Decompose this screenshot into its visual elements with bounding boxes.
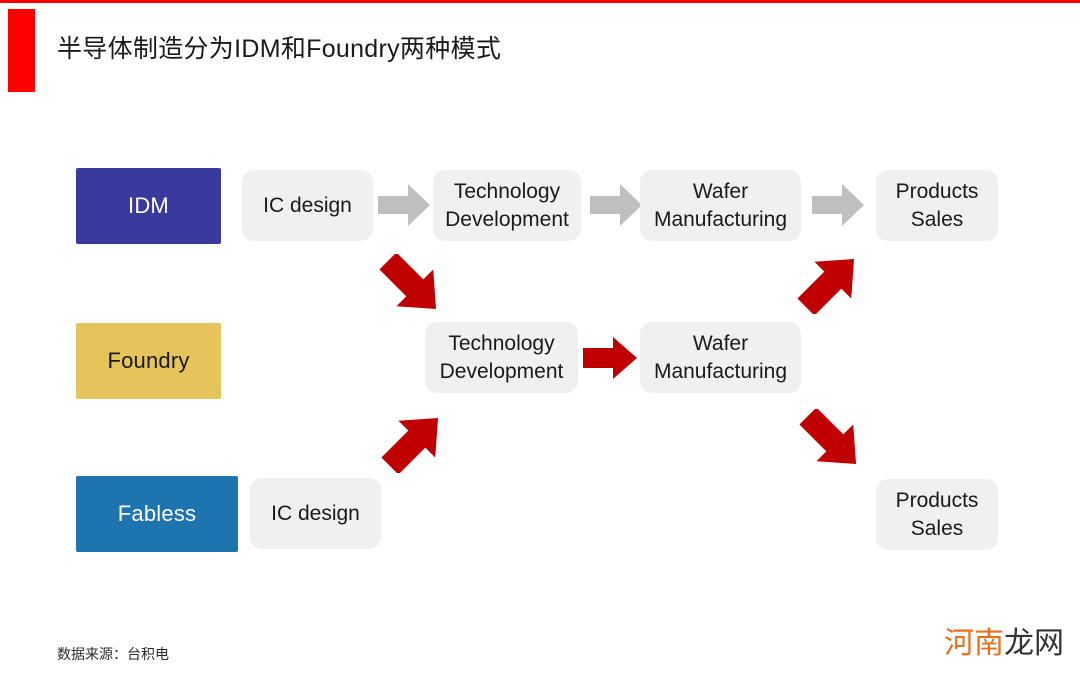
stage-label-line-1: Wafer <box>692 179 749 203</box>
stage-label-line-2: Development <box>439 359 564 383</box>
category-box-fabless[interactable]: Fabless <box>76 476 238 552</box>
stage-label: Products Sales <box>896 178 979 234</box>
stage-label-line-2: Sales <box>910 516 964 540</box>
arrow-gray-right-3 <box>812 184 864 226</box>
stage-label-line-1: Products <box>895 179 979 203</box>
stage-label: Technology Development <box>440 330 564 386</box>
stage-label: IC design <box>263 193 352 217</box>
stage-label-line-2: Sales <box>910 207 964 231</box>
title-accent-bar <box>8 9 35 92</box>
source-note: 数据来源：台积电 <box>57 647 169 663</box>
stage-label: Products Sales <box>896 487 979 543</box>
top-rule-divider <box>0 0 1080 3</box>
category-label-fabless: Fabless <box>117 501 197 526</box>
stage-box-foundry-tech-dev[interactable]: Technology Development <box>425 322 578 393</box>
category-label-foundry: Foundry <box>107 348 190 373</box>
stage-box-idm-tech-dev[interactable]: Technology Development <box>433 170 581 241</box>
watermark-part-1: 河南 <box>944 627 1004 660</box>
stage-box-idm-wafer-mfg[interactable]: Wafer Manufacturing <box>640 170 801 241</box>
arrow-gray-right-2 <box>590 184 642 226</box>
watermark: 河南龙网 <box>944 618 1064 662</box>
category-label-idm: IDM <box>128 193 169 218</box>
arrow-gray-right-1 <box>378 184 430 226</box>
stage-label-line-2: Manufacturing <box>653 359 788 383</box>
arrow-red-up-right-foundry-to-idm-sales <box>790 252 870 314</box>
stage-label: Wafer Manufacturing <box>654 330 787 386</box>
stage-label-line-1: Technology <box>453 179 561 203</box>
stage-box-fabless-products-sales[interactable]: Products Sales <box>876 479 998 550</box>
stage-label-line-2: Development <box>445 207 569 231</box>
stage-label: Technology Development <box>445 178 569 234</box>
stage-label-line-1: Products <box>895 488 979 512</box>
page-title: 半导体制造分为IDM和Foundry两种模式 <box>57 35 502 63</box>
stage-box-foundry-wafer-mfg[interactable]: Wafer Manufacturing <box>640 322 801 393</box>
arrow-red-right-foundry-mid <box>583 337 637 379</box>
stage-label: Wafer Manufacturing <box>654 178 787 234</box>
category-box-foundry[interactable]: Foundry <box>76 323 221 399</box>
slide-canvas: 半导体制造分为IDM和Foundry两种模式 IDM IC design Tec… <box>0 0 1080 674</box>
stage-label-line-1: Technology <box>448 331 555 355</box>
arrow-red-down-right-foundry-to-fabless-sales <box>792 409 872 471</box>
stage-label-line-2: Manufacturing <box>653 207 788 231</box>
watermark-part-2: 龙网 <box>1004 627 1064 660</box>
stage-label: IC design <box>271 501 360 525</box>
stage-box-idm-products-sales[interactable]: Products Sales <box>876 170 998 241</box>
arrow-red-up-right-fabless-to-foundry <box>374 411 454 473</box>
stage-box-idm-ic-design[interactable]: IC design <box>242 170 373 241</box>
stage-box-fabless-ic-design[interactable]: IC design <box>250 478 381 549</box>
arrow-red-down-right-idm-to-foundry <box>372 254 452 316</box>
stage-label-line-1: Wafer <box>692 331 749 355</box>
category-box-idm[interactable]: IDM <box>76 168 221 244</box>
